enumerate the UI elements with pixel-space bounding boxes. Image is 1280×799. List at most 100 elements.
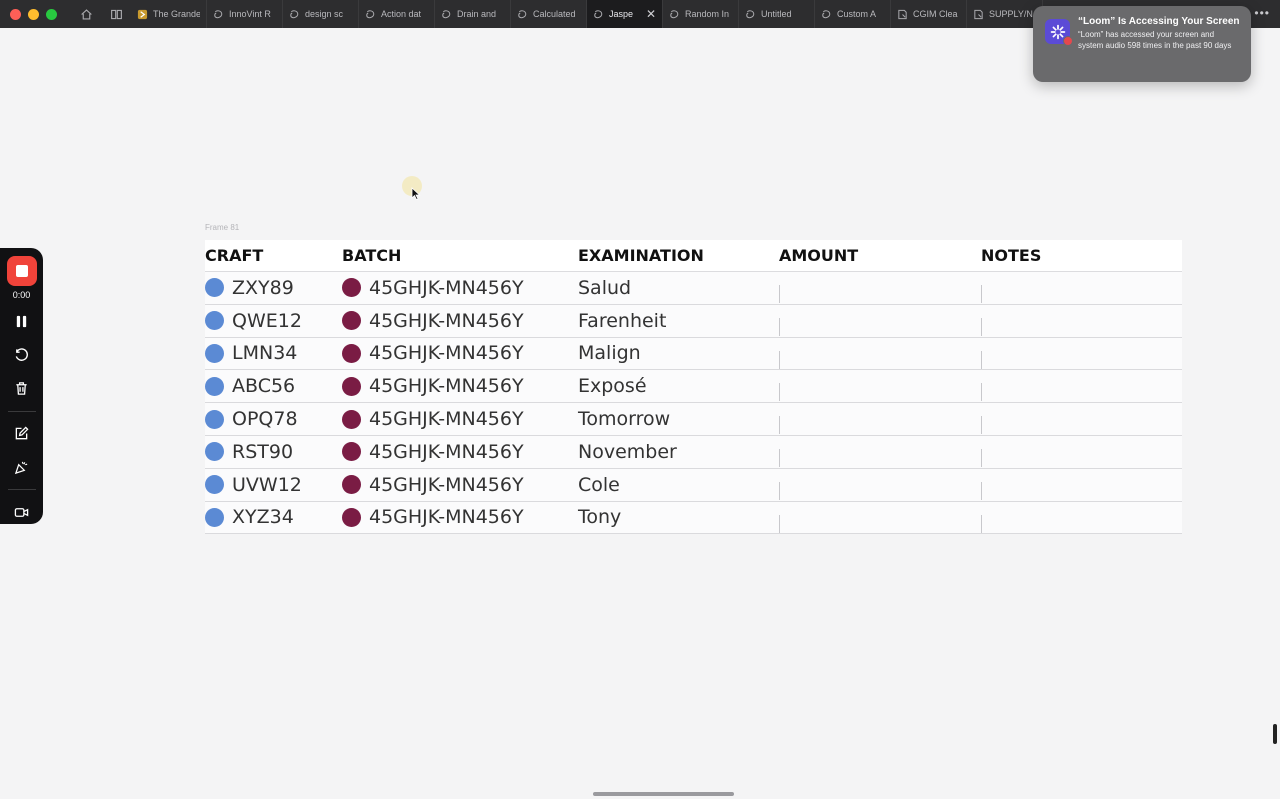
minimize-window-button[interactable] [28,8,39,20]
tab-label: Jaspe [609,9,634,19]
camera-button[interactable] [10,500,34,524]
craft-value: ZXY89 [232,276,294,299]
tab-label: Action dat [381,9,422,19]
cell-divider [981,383,982,402]
table-row[interactable]: ABC56 45GHJK-MN456Y Exposé [205,370,1182,404]
table-row[interactable]: RST90 45GHJK-MN456Y November [205,435,1182,469]
restart-button[interactable] [10,343,34,367]
notes-cell[interactable] [981,436,1182,468]
craft-dot-icon [205,507,224,527]
tab-label: CGIM Clea [913,9,958,19]
screen-access-notification[interactable]: “Loom” Is Accessing Your Screen “Loom” h… [1033,6,1251,82]
amount-cell[interactable] [779,436,981,468]
amount-cell[interactable] [779,502,981,534]
tab-label: Untitled [761,9,792,19]
amount-cell[interactable] [779,469,981,501]
tab-0[interactable]: The Grande [131,0,207,28]
confetti-icon [14,461,28,475]
examination-value: Salud [578,276,632,299]
tab-1[interactable]: InnoVint R [207,0,283,28]
loom-recorder-panel: 0:00 [0,248,43,524]
notes-cell[interactable] [981,469,1182,501]
craft-dot-icon [205,343,224,363]
examination-value: Exposé [578,375,647,398]
amount-cell[interactable] [779,370,981,402]
batch-value: 45GHJK-MN456Y [369,473,524,496]
tab-2[interactable]: design sc [283,0,359,28]
close-tab-icon[interactable]: ✕ [646,7,656,21]
examination-value: Farenheit [578,309,667,332]
notes-cell[interactable] [981,370,1182,402]
notes-cell[interactable] [981,338,1182,370]
book-icon[interactable] [108,6,124,22]
batch-value: 45GHJK-MN456Y [369,276,524,299]
recording-timer: 0:00 [12,289,31,300]
restart-icon [15,348,28,361]
batch-cell: 45GHJK-MN456Y [342,474,578,496]
pause-button[interactable] [10,310,34,334]
cell-divider [779,514,780,533]
tab-label: design sc [305,9,344,19]
craft-dot-icon [205,409,224,429]
draw-button[interactable] [10,422,34,446]
divider [7,410,36,412]
cell-divider [981,514,982,533]
amount-cell[interactable] [779,305,981,337]
tab-10[interactable]: CGIM Clea [891,0,967,28]
notes-cell[interactable] [981,403,1182,435]
delete-button[interactable] [10,377,34,401]
table-row[interactable]: QWE12 45GHJK-MN456Y Farenheit [205,304,1182,338]
batch-dot-icon [342,278,361,298]
notes-cell[interactable] [981,502,1182,534]
examination-value: Tony [578,506,622,529]
batch-cell: 45GHJK-MN456Y [342,408,578,430]
table-row[interactable]: UVW12 45GHJK-MN456Y Cole [205,468,1182,502]
tab-label: InnoVint R [229,9,271,19]
header-batch: BATCH [342,246,402,265]
craft-value: UVW12 [232,473,302,496]
notes-cell[interactable] [981,272,1182,304]
cell-divider [779,416,780,435]
tab-3[interactable]: Action dat [359,0,435,28]
maximize-window-button[interactable] [46,8,57,20]
batch-cell: 45GHJK-MN456Y [342,310,578,332]
table-row[interactable]: OPQ78 45GHJK-MN456Y Tomorrow [205,403,1182,436]
batch-value: 45GHJK-MN456Y [369,408,524,431]
stop-recording-button[interactable] [6,256,37,286]
tab-5[interactable]: Calculated [511,0,587,28]
close-window-button[interactable] [10,8,21,20]
tab-4[interactable]: Drain and [435,0,511,28]
more-tabs-button[interactable]: ••• [1254,6,1270,20]
batch-table: CRAFT BATCH EXAMINATION AMOUNT NOTES ZXY… [205,240,1182,535]
notes-cell[interactable] [981,305,1182,337]
amount-cell[interactable] [779,403,981,435]
home-icon[interactable] [78,6,94,22]
examination-value: Tomorrow [578,408,671,431]
header-examination: EXAMINATION [578,246,704,265]
tab-label: SUPPLY/N [989,9,1033,19]
scrollbar[interactable] [1273,724,1277,744]
copilot-icon [289,9,300,20]
cell-divider [981,285,982,303]
craft-dot-icon [205,311,224,331]
tab-9[interactable]: Custom A [815,0,891,28]
confetti-button[interactable] [10,456,34,480]
recording-badge-icon [1063,36,1073,46]
pause-icon [16,315,27,328]
tab-11[interactable]: SUPPLY/N [967,0,1043,28]
table-row[interactable]: ZXY89 45GHJK-MN456Y Salud [205,272,1182,305]
tab-label: The Grande [153,9,200,19]
mouse-pointer-icon [411,187,421,200]
table-row[interactable]: LMN34 45GHJK-MN456Y Malign [205,337,1182,371]
stop-icon [15,264,28,277]
tab-6[interactable]: Jaspe ✕ [587,0,663,28]
cell-divider [779,448,780,467]
edit-icon [15,426,29,440]
tab-8[interactable]: Untitled [739,0,815,28]
amount-cell[interactable] [779,272,981,304]
craft-dot-icon [205,475,224,495]
tab-7[interactable]: Random In [663,0,739,28]
cell-divider [779,317,780,336]
amount-cell[interactable] [779,338,981,370]
table-row[interactable]: XYZ34 45GHJK-MN456Y Tony [205,501,1182,535]
